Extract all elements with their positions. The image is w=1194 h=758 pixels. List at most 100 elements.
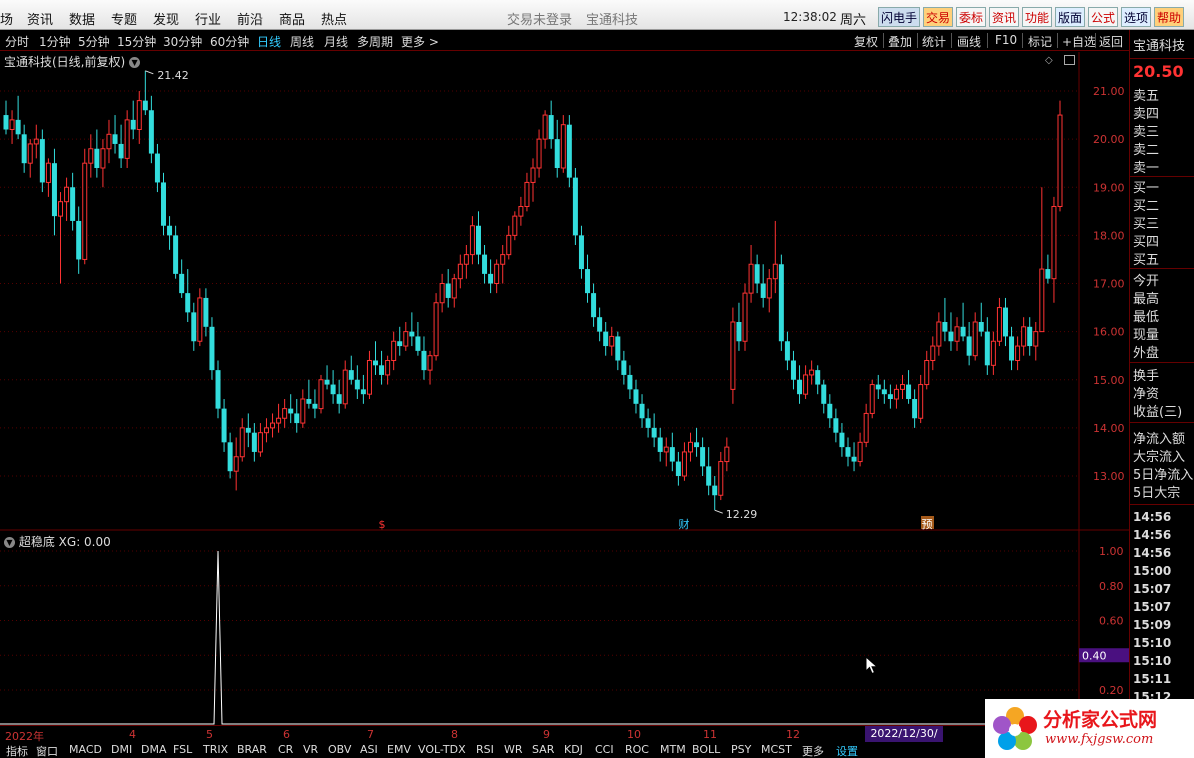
tab-obv[interactable]: OBV xyxy=(328,743,351,756)
tab-emv[interactable]: EMV xyxy=(387,743,411,756)
period-tick[interactable]: 分时 xyxy=(5,33,29,50)
trade-button[interactable]: 交易 xyxy=(923,7,954,27)
menu-item-data[interactable]: 数据 xyxy=(69,9,95,28)
tab-cr[interactable]: CR xyxy=(278,743,293,756)
tab-brar[interactable]: BRAR xyxy=(237,743,267,756)
period-weekly[interactable]: 周线 xyxy=(290,33,314,50)
toolbar-separator xyxy=(883,33,884,48)
period-multi[interactable]: 多周期 xyxy=(357,33,393,50)
candle-body xyxy=(451,278,457,299)
tab-trix[interactable]: TRIX xyxy=(203,743,228,756)
draw-line-button[interactable]: 画线 xyxy=(957,33,981,50)
options-button[interactable]: 选项 xyxy=(1121,7,1152,27)
help-button[interactable]: 帮助 xyxy=(1154,7,1185,27)
add-watchlist-button[interactable]: +自选 xyxy=(1062,33,1096,50)
chevron-down-icon[interactable]: ▼ xyxy=(4,537,15,548)
candle-body xyxy=(851,456,857,462)
function-button[interactable]: 功能 xyxy=(1022,7,1053,27)
bid-4: 买四 xyxy=(1133,235,1160,250)
tab-vr[interactable]: VR xyxy=(303,743,318,756)
tab-asi[interactable]: ASI xyxy=(360,743,378,756)
commission-button[interactable]: 委标 xyxy=(956,7,987,27)
candle-body xyxy=(530,167,536,183)
tab-dmi[interactable]: DMI xyxy=(111,743,132,756)
period-60min[interactable]: 60分钟 xyxy=(210,33,249,50)
tab-settings[interactable]: 设置 xyxy=(836,743,858,758)
tab-fsl[interactable]: FSL xyxy=(173,743,192,756)
tab-cci[interactable]: CCI xyxy=(595,743,614,756)
tab-sar[interactable]: SAR xyxy=(532,743,554,756)
back-button[interactable]: 返回 xyxy=(1099,33,1123,50)
tab-vol-tdx[interactable]: VOL-TDX xyxy=(418,743,466,756)
candle-body xyxy=(645,418,651,428)
earnings-label: 收益(三) xyxy=(1133,405,1183,420)
f10-button[interactable]: F10 xyxy=(995,33,1017,47)
menu-item-market[interactable]: 场 xyxy=(0,9,13,28)
tab-indicator[interactable]: 指标 xyxy=(6,743,28,758)
menu-item-news[interactable]: 资讯 xyxy=(27,9,53,28)
tab-wr[interactable]: WR xyxy=(504,743,523,756)
candle-body xyxy=(58,201,64,217)
period-5min[interactable]: 5分钟 xyxy=(78,33,110,50)
candle-body xyxy=(748,263,754,294)
diamond-icon[interactable]: ◇ xyxy=(1045,55,1053,66)
menu-item-frontier[interactable]: 前沿 xyxy=(237,9,263,28)
candle-body xyxy=(651,427,657,438)
chevron-down-icon[interactable]: ▼ xyxy=(129,57,141,68)
tab-kdj[interactable]: KDJ xyxy=(564,743,583,756)
toolbar-separator xyxy=(1095,33,1096,48)
weekday: 周六 xyxy=(840,13,867,28)
candle-body xyxy=(669,447,675,462)
flash-trade-button[interactable]: 闪电手 xyxy=(878,7,921,27)
tab-macd[interactable]: MACD xyxy=(69,743,102,756)
statistics-button[interactable]: 统计 xyxy=(922,33,946,50)
period-15min[interactable]: 15分钟 xyxy=(117,33,156,50)
candle-body xyxy=(21,134,27,164)
mark-button[interactable]: 标记 xyxy=(1028,33,1052,50)
panel-toggle-icon[interactable] xyxy=(1064,55,1075,65)
tab-more[interactable]: 更多 xyxy=(802,743,824,758)
menu-item-topics[interactable]: 专题 xyxy=(111,9,137,28)
period-more[interactable]: 更多 > xyxy=(401,33,439,50)
candle-body xyxy=(488,273,494,284)
high-price-label: 21.42 xyxy=(157,69,189,82)
period-30min[interactable]: 30分钟 xyxy=(163,33,202,50)
candle-body xyxy=(282,408,288,419)
info-button[interactable]: 资讯 xyxy=(989,7,1020,27)
candle-body xyxy=(609,335,615,347)
overlay-button[interactable]: 叠加 xyxy=(888,33,912,50)
candle-body xyxy=(257,432,263,453)
price-chart[interactable]: 21.00 20.00 19.00 18.00 17.00 16.00 15.00 14.00… xyxy=(0,52,1129,725)
tab-mcst[interactable]: MCST xyxy=(761,743,792,756)
candle-body xyxy=(978,322,984,332)
candle-body xyxy=(887,394,893,399)
menu-item-commodity[interactable]: 商品 xyxy=(279,9,305,28)
period-daily[interactable]: 日线 xyxy=(257,33,281,50)
tab-rsi[interactable]: RSI xyxy=(476,743,494,756)
menu-item-industry[interactable]: 行业 xyxy=(195,9,221,28)
candle-body xyxy=(124,119,130,159)
tab-psy[interactable]: PSY xyxy=(731,743,751,756)
candle-body xyxy=(942,322,948,332)
candle-body xyxy=(391,340,397,361)
divider xyxy=(1130,58,1194,59)
candle-body xyxy=(88,148,94,164)
period-1min[interactable]: 1分钟 xyxy=(39,33,71,50)
tab-dma[interactable]: DMA xyxy=(141,743,167,756)
period-monthly[interactable]: 月线 xyxy=(324,33,348,50)
candle-body xyxy=(803,374,809,395)
indicator-signal-line xyxy=(0,550,1079,725)
restore-rights-button[interactable]: 复权 xyxy=(854,33,878,50)
date-label: 4 xyxy=(129,728,136,741)
tab-boll[interactable]: BOLL xyxy=(692,743,720,756)
formula-button[interactable]: 公式 xyxy=(1088,7,1119,27)
candle-body xyxy=(512,215,518,236)
tab-roc[interactable]: ROC xyxy=(625,743,649,756)
candle-body xyxy=(445,283,451,298)
tab-mtm[interactable]: MTM xyxy=(660,743,686,756)
menu-item-hotspot[interactable]: 热点 xyxy=(321,9,347,28)
menu-item-discover[interactable]: 发现 xyxy=(153,9,179,28)
tab-window[interactable]: 窗口 xyxy=(36,743,58,758)
tick-time: 15:11 xyxy=(1133,672,1172,686)
layout-button[interactable]: 版面 xyxy=(1055,7,1086,27)
